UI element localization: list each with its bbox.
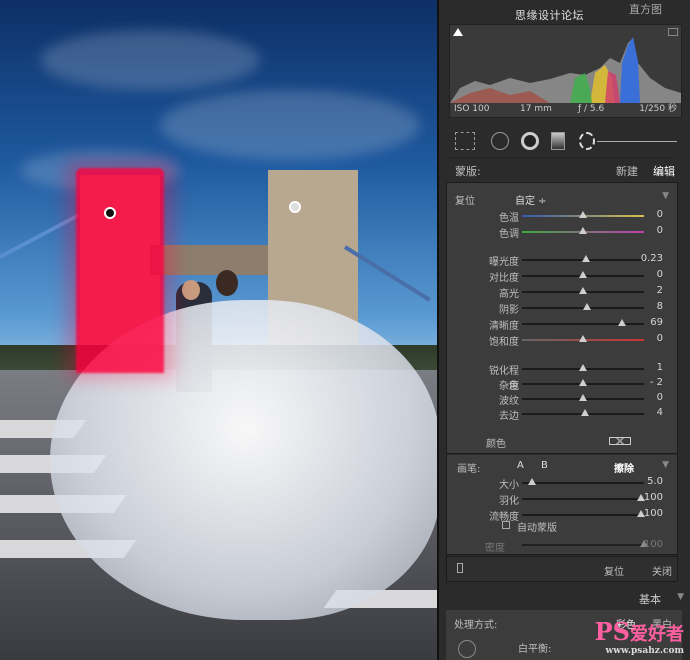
density-value: 100 bbox=[643, 539, 663, 550]
graduated-filter-icon[interactable] bbox=[551, 132, 565, 150]
photo-canvas[interactable] bbox=[0, 0, 437, 660]
brush-pin-inactive[interactable] bbox=[289, 201, 301, 213]
reset-button[interactable]: 复位 bbox=[604, 563, 624, 578]
hist-shutter: 1/250 秒 bbox=[639, 104, 677, 114]
slider-value: - 2 bbox=[649, 377, 663, 388]
slider-label: 曝光度 bbox=[489, 257, 519, 268]
slider-label: 杂色 bbox=[499, 381, 519, 392]
slider-value: 0 bbox=[656, 225, 663, 236]
hist-iso: ISO 100 bbox=[454, 104, 490, 114]
brush-collapse-icon[interactable]: ▼ bbox=[662, 460, 669, 470]
eyedropper-icon[interactable] bbox=[458, 640, 476, 658]
basic-collapse-icon[interactable]: ▼ bbox=[677, 592, 684, 602]
color-label: 颜色 bbox=[486, 439, 506, 450]
slider-label: 去边 bbox=[499, 411, 519, 422]
panel-footer: 复位 关闭 bbox=[446, 556, 678, 582]
slider-thumb[interactable] bbox=[579, 394, 587, 401]
treatment-label: 处理方式: bbox=[454, 620, 498, 631]
slider-value: 2 bbox=[656, 285, 663, 296]
slider-label: 色调 bbox=[499, 229, 519, 240]
brush-b-tab[interactable]: B bbox=[541, 460, 548, 471]
slider-value: 0 bbox=[656, 269, 663, 280]
brush-label: 画笔: bbox=[457, 464, 481, 475]
slider-value: 1 bbox=[656, 362, 663, 373]
slider-thumb[interactable] bbox=[579, 211, 587, 218]
redeye-icon[interactable] bbox=[521, 132, 539, 150]
effect-preset-select[interactable]: 自定 ÷ bbox=[515, 192, 547, 207]
slider-label: 对比度 bbox=[489, 273, 519, 284]
effect-reset-label[interactable]: 复位 bbox=[455, 192, 475, 207]
slider-thumb[interactable] bbox=[579, 379, 587, 386]
brand-url: www.psahz.com bbox=[605, 646, 684, 656]
slider-thumb[interactable] bbox=[581, 409, 589, 416]
brand-name: 爱好者 bbox=[630, 624, 684, 645]
brush-mask-overlay bbox=[76, 168, 164, 373]
app-root: 直方图 思缘设计论坛 www.MISSYUAN.COM ISO 100 17 m… bbox=[0, 0, 690, 660]
slider-label: 饱和度 bbox=[489, 337, 519, 348]
auto-mask-checkbox[interactable] bbox=[502, 521, 510, 529]
slider-thumb[interactable] bbox=[579, 287, 587, 294]
slider-thumb[interactable] bbox=[528, 478, 536, 485]
develop-panel: 直方图 思缘设计论坛 www.MISSYUAN.COM ISO 100 17 m… bbox=[437, 0, 690, 660]
groom-head bbox=[182, 280, 200, 300]
hist-focal: 17 mm bbox=[520, 104, 552, 114]
mask-new-button[interactable]: 新建 bbox=[616, 163, 638, 179]
close-button[interactable]: 关闭 bbox=[652, 563, 672, 578]
slider-label: 羽化 bbox=[499, 496, 519, 507]
crop-icon[interactable] bbox=[455, 132, 475, 150]
adjustment-brush-icon[interactable] bbox=[579, 132, 595, 150]
slider-thumb[interactable] bbox=[579, 335, 587, 342]
slider-thumb[interactable] bbox=[579, 364, 587, 371]
slider-label: 高光 bbox=[499, 289, 519, 300]
brand-watermark: PS爱好者 www.psahz.com bbox=[595, 617, 684, 656]
slider-thumb[interactable] bbox=[583, 303, 591, 310]
brand-ps: PS bbox=[594, 617, 630, 646]
basic-title: 基本 bbox=[639, 593, 661, 606]
slider-thumb[interactable] bbox=[582, 255, 590, 262]
slider-value: 4 bbox=[656, 407, 663, 418]
slider-label: 波纹 bbox=[499, 396, 519, 407]
slider-label: 清晰度 bbox=[489, 321, 519, 332]
collapse-triangle-icon[interactable]: ▼ bbox=[662, 191, 669, 201]
slider-value: 0 bbox=[656, 209, 663, 220]
color-swatch[interactable] bbox=[609, 437, 631, 445]
white-balance-label: 白平衡: bbox=[518, 644, 552, 655]
spot-removal-icon[interactable] bbox=[491, 132, 509, 150]
slider-label: 阴影 bbox=[499, 305, 519, 316]
slider-value: 100 bbox=[643, 492, 663, 503]
slider-label: 色温 bbox=[499, 213, 519, 224]
slider-thumb[interactable] bbox=[579, 227, 587, 234]
slider-value: 69 bbox=[650, 317, 663, 328]
density-label: 密度 bbox=[485, 543, 505, 554]
slider-value: 0.23 bbox=[640, 253, 663, 264]
slider-thumb[interactable] bbox=[579, 271, 587, 278]
brush-a-tab[interactable]: A bbox=[517, 460, 524, 471]
brush-box: 画笔: A B 擦除 ▼ 大小 5.0 羽化 100 流畅度 100 自动蒙版 密度 10… bbox=[446, 455, 678, 555]
slider-value: 100 bbox=[643, 508, 663, 519]
toggle-switch-icon[interactable] bbox=[457, 563, 463, 573]
adjustments-box: 复位 自定 ÷ ▼ 色温 0 色调 0 曝光度 0.23 对比度 0 高光 2 阴影 8 清晰度 69 饱… bbox=[446, 182, 678, 454]
tool-strip bbox=[449, 126, 682, 156]
brush-erase-tab[interactable]: 擦除 bbox=[614, 460, 634, 475]
basic-header[interactable]: 基本 ▼ bbox=[439, 588, 690, 608]
hist-aperture: ƒ / 5.6 bbox=[578, 104, 605, 114]
histogram-graph bbox=[450, 37, 681, 103]
slider-label: 大小 bbox=[499, 480, 519, 491]
slider-value: 0 bbox=[656, 333, 663, 344]
bride-head bbox=[216, 270, 238, 296]
slider-value: 0 bbox=[656, 392, 663, 403]
auto-mask-label: 自动蒙版 bbox=[517, 523, 557, 534]
brush-handle-line bbox=[597, 141, 677, 142]
slider-value: 5.0 bbox=[647, 476, 663, 487]
slider-value: 8 bbox=[656, 301, 663, 312]
mask-label: 蒙版: bbox=[455, 165, 481, 178]
histogram[interactable]: ISO 100 17 mm ƒ / 5.6 1/250 秒 bbox=[449, 24, 682, 118]
mask-edit-button[interactable]: 编辑 bbox=[653, 163, 675, 179]
brush-pin-active[interactable] bbox=[104, 207, 116, 219]
